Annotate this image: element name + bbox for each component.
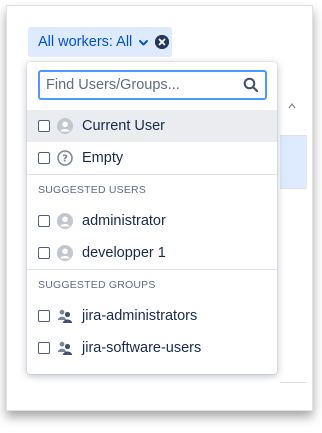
- sort-arrow-icon: [288, 103, 296, 109]
- user-picker-dropdown: Current User ? Empty SUGGESTED USERS: [27, 62, 277, 374]
- checkbox[interactable]: [38, 215, 50, 227]
- option-label: Empty: [82, 150, 124, 166]
- option-administrator[interactable]: administrator: [27, 205, 277, 237]
- options-list[interactable]: Current User ? Empty SUGGESTED USERS adm…: [27, 110, 277, 372]
- group-icon: [57, 340, 73, 356]
- user-avatar-icon: [57, 213, 73, 229]
- checkbox[interactable]: [38, 120, 50, 132]
- background-divider: [280, 188, 307, 189]
- option-empty[interactable]: ? Empty: [27, 142, 277, 174]
- checkbox[interactable]: [38, 310, 50, 322]
- option-label: jira-software-users: [82, 340, 202, 356]
- option-label: Current User: [82, 118, 165, 134]
- option-current-user[interactable]: Current User: [27, 110, 277, 142]
- suggested-users-heading: SUGGESTED USERS: [38, 184, 147, 196]
- option-label: developper 1: [82, 245, 166, 261]
- find-users-groups-input[interactable]: [40, 71, 243, 99]
- option-label: administrator: [82, 213, 166, 229]
- question-avatar-icon: ?: [57, 150, 73, 166]
- search-icon[interactable]: [243, 77, 259, 93]
- background-divider: [280, 135, 307, 136]
- all-workers-filter-button[interactable]: All workers: All: [28, 27, 172, 57]
- option-label: jira-administrators: [82, 308, 198, 324]
- chevron-down-icon: [138, 37, 149, 48]
- checkbox[interactable]: [38, 342, 50, 354]
- option-jira-software-users[interactable]: jira-software-users: [27, 332, 277, 364]
- group-icon: [57, 308, 73, 324]
- suggested-groups-heading: SUGGESTED GROUPS: [38, 279, 156, 291]
- user-avatar-icon: [57, 118, 73, 134]
- clear-filter-icon[interactable]: [155, 35, 170, 49]
- background-divider: [280, 382, 307, 383]
- background-row-highlight: [280, 136, 307, 188]
- svg-text:?: ?: [62, 154, 68, 165]
- checkbox[interactable]: [38, 152, 50, 164]
- option-jira-administrators[interactable]: jira-administrators: [27, 300, 277, 332]
- option-developper-1[interactable]: developper 1: [27, 237, 277, 269]
- filter-label: All workers: All: [38, 34, 133, 50]
- user-avatar-icon: [57, 245, 73, 261]
- checkbox[interactable]: [38, 247, 50, 259]
- search-box: [38, 70, 267, 100]
